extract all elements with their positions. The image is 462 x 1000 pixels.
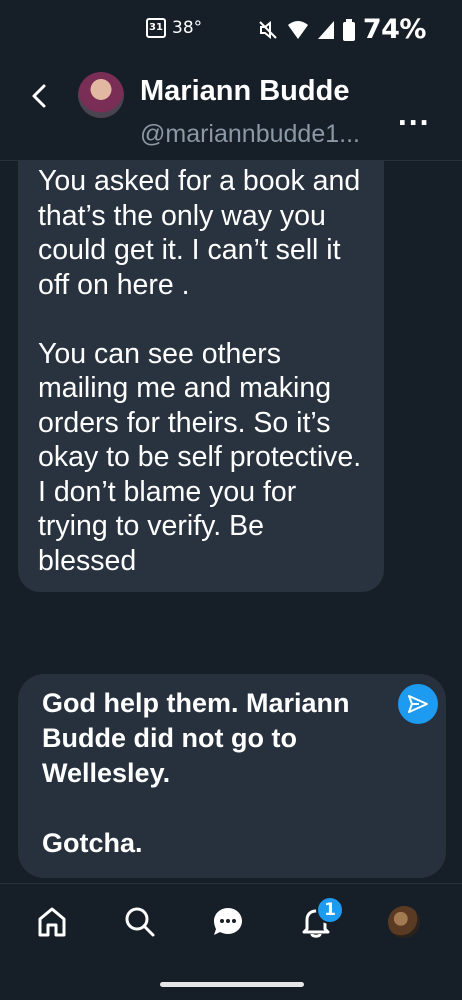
status-left: 31 38° xyxy=(146,18,202,38)
contact-avatar[interactable] xyxy=(78,72,124,118)
messages-icon xyxy=(214,908,242,935)
nav-messages[interactable] xyxy=(208,902,248,942)
battery-level: 74% xyxy=(362,14,427,45)
temperature: 38° xyxy=(172,18,203,38)
message-text: You asked for a book and that’s the only… xyxy=(38,165,362,577)
calendar-icon: 31 xyxy=(146,18,166,38)
status-right: 74% xyxy=(257,14,427,45)
send-button[interactable] xyxy=(398,684,438,724)
compose-box[interactable]: God help them. Mariann Budde did not go … xyxy=(18,674,446,878)
profile-avatar xyxy=(388,906,420,938)
mute-icon xyxy=(259,20,277,39)
incoming-message-bubble[interactable]: You asked for a book and that’s the only… xyxy=(18,160,384,592)
more-options-button[interactable]: ... xyxy=(397,102,430,132)
battery-icon xyxy=(342,18,355,41)
notification-badge: 1 xyxy=(316,896,344,924)
home-indicator[interactable] xyxy=(160,982,304,987)
status-bar: 31 38° 74% xyxy=(0,0,462,60)
search-icon xyxy=(125,907,155,937)
nav-home[interactable] xyxy=(32,902,72,942)
nav-search[interactable] xyxy=(120,902,160,942)
contact-name[interactable]: Mariann Budde xyxy=(140,75,349,108)
nav-notifications[interactable]: 1 xyxy=(296,896,344,942)
bottom-navigation: 1 xyxy=(0,883,462,960)
back-arrow-icon[interactable] xyxy=(28,82,52,110)
conversation-header: Mariann Budde @mariannbudde1... ... xyxy=(0,60,462,161)
contact-handle[interactable]: @mariannbudde1... xyxy=(140,120,360,149)
wifi-icon xyxy=(287,20,308,39)
send-icon xyxy=(408,695,428,713)
signal-icon xyxy=(317,20,334,39)
home-icon xyxy=(38,907,66,937)
nav-profile[interactable] xyxy=(384,902,424,942)
calendar-day: 31 xyxy=(149,22,163,33)
compose-input[interactable]: God help them. Mariann Budde did not go … xyxy=(42,686,382,861)
